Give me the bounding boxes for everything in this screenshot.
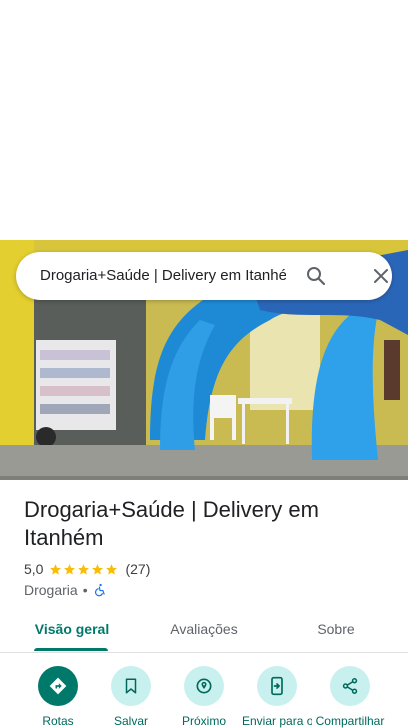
star-icon <box>64 563 76 574</box>
separator-dot: • <box>82 582 88 598</box>
search-icon[interactable] <box>304 264 328 288</box>
star-icon <box>92 563 104 574</box>
bookmark-icon <box>125 678 137 694</box>
wheelchair-accessible-icon[interactable] <box>93 583 107 597</box>
star-icon <box>78 563 90 574</box>
close-icon[interactable] <box>369 264 393 288</box>
nearby-button[interactable]: Próximo <box>169 666 239 728</box>
search-bar[interactable]: Drogaria+Saúde | Delivery em Itanhém <box>16 252 392 300</box>
rating-row[interactable]: 5,0 (27) <box>24 560 150 578</box>
review-count[interactable]: (27) <box>125 561 150 577</box>
category-row: Drogaria • <box>24 581 107 599</box>
rating-value: 5,0 <box>24 561 44 577</box>
send-to-phone-button[interactable]: Enviar para o smartphone <box>242 666 312 728</box>
place-category: Drogaria <box>24 582 78 598</box>
star-rating <box>49 563 119 576</box>
nearby-icon <box>196 678 212 694</box>
share-button[interactable]: Compartilhar <box>315 666 385 728</box>
save-button[interactable]: Salvar <box>96 666 166 728</box>
directions-button[interactable]: Rotas <box>23 666 93 728</box>
star-icon <box>106 563 118 574</box>
tab-bar: Visão geral Avaliações Sobre <box>0 612 408 653</box>
tab-reviews[interactable]: Avaliações <box>156 612 252 650</box>
active-tab-indicator <box>34 648 108 651</box>
save-label: Salvar <box>113 714 148 728</box>
search-input[interactable]: Drogaria+Saúde | Delivery em Itanhém <box>40 252 286 300</box>
directions-label: Rotas <box>42 714 74 728</box>
blank-map-area <box>0 0 408 240</box>
place-title: Drogaria+Saúde | Delivery em Itanhém <box>24 497 319 550</box>
share-icon <box>342 678 358 694</box>
nearby-label: Próximo <box>181 714 226 728</box>
directions-icon <box>49 677 67 695</box>
star-icon <box>50 563 62 574</box>
tab-overview[interactable]: Visão geral <box>24 612 120 650</box>
share-label: Compartilhar <box>315 714 385 728</box>
send-to-phone-icon <box>271 676 283 696</box>
send-to-phone-label: Enviar para o smartphone <box>242 714 312 728</box>
tab-about[interactable]: Sobre <box>296 612 376 650</box>
